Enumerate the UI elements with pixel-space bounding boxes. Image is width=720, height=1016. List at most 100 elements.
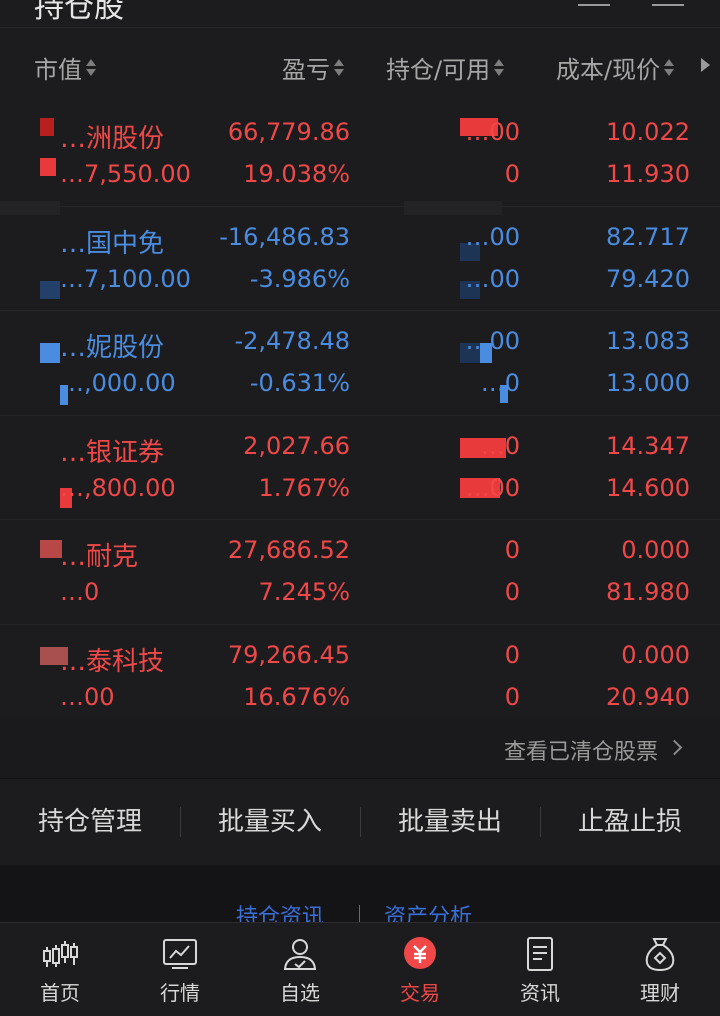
redaction-mask (40, 158, 56, 176)
available-qty: …00 (465, 264, 520, 293)
view-cleared-stocks[interactable]: 查看已清仓股票 (0, 716, 720, 778)
redaction-mask (40, 118, 54, 136)
stock-name: …国中免 (60, 228, 165, 259)
market-value: …0 (60, 578, 100, 606)
tab-label: 资讯 (520, 981, 560, 1005)
analysis-links: 持仓资讯 资产分析 (0, 865, 720, 930)
scroll-right-icon[interactable] (701, 58, 710, 72)
take-profit-stop-loss-button[interactable]: 止盈止损 (540, 779, 720, 865)
stock-name: …耐克 (60, 542, 139, 572)
batch-buy-button[interactable]: 批量买入 (180, 779, 360, 865)
holding-qty: 0 (504, 536, 520, 564)
cost-price: 0.000 (621, 536, 690, 564)
holding-row[interactable]: …泰科技 …00 79,266.45 16.676% 0 0 0.000 20.… (0, 624, 720, 729)
cost-price: 13.083 (606, 327, 690, 355)
tab-market[interactable]: 行情 (120, 923, 240, 1016)
sort-icon (664, 59, 675, 76)
holding-qty: …0 (480, 431, 520, 460)
action-bar: 持仓管理 批量买入 批量卖出 止盈止损 (0, 779, 720, 865)
cost-price: 82.717 (606, 222, 690, 251)
money-bag-icon (645, 938, 675, 971)
holdings-list: …洲股份 …7,550.00 66,779.86 19.038% …00 0 1… (0, 102, 720, 729)
available-qty: 0 (504, 682, 520, 711)
current-price: 13.000 (606, 369, 690, 397)
profit-loss: 27,686.52 (227, 536, 350, 564)
user-icon (283, 939, 317, 970)
holding-row[interactable]: …国中免 …7,100.00 -16,486.83 -3.986% …00 …0… (0, 200, 720, 311)
column-holding-available[interactable]: 持仓/可用 (386, 50, 505, 85)
profit-loss-percent: 19.038% (243, 160, 350, 188)
tab-trade[interactable]: 交易 (360, 923, 480, 1016)
profit-loss-percent: -3.986% (249, 264, 350, 293)
market-value: …,800.00 (60, 473, 176, 502)
holding-qty: …00 (465, 118, 520, 146)
current-price: 20.940 (606, 682, 690, 711)
sort-icon (86, 59, 96, 76)
holding-row[interactable]: …洲股份 …7,550.00 66,779.86 19.038% …00 0 1… (0, 102, 720, 207)
tab-label: 自选 (280, 981, 320, 1005)
current-price: 81.980 (606, 578, 690, 606)
stock-name: …洲股份 (60, 124, 165, 154)
tab-news[interactable]: 资讯 (480, 923, 600, 1016)
redaction-mask (0, 200, 60, 215)
available-qty: …00 (465, 473, 520, 502)
profit-loss-percent: 16.676% (243, 682, 350, 711)
cost-price: 10.022 (606, 118, 690, 146)
profit-loss: -16,486.83 (219, 222, 350, 251)
sort-icon (494, 59, 505, 76)
stock-name: …泰科技 (60, 646, 165, 677)
tab-label: 交易 (400, 981, 440, 1005)
position-management-button[interactable]: 持仓管理 (0, 779, 180, 865)
tab-wealth[interactable]: 理财 (600, 923, 720, 1016)
holding-row[interactable]: …耐克 …0 27,686.52 7.245% 0 0 0.000 81.980 (0, 520, 720, 625)
search-icon[interactable] (652, 0, 684, 6)
tab-label: 行情 (160, 981, 200, 1005)
current-price: 79.420 (606, 264, 690, 293)
column-cost-price[interactable]: 成本/现价 (556, 50, 675, 85)
chart-icon (163, 939, 197, 969)
top-bar: 持仓股 (0, 0, 720, 28)
profit-loss-percent: 1.767% (258, 473, 350, 502)
market-value: …,000.00 (60, 369, 176, 397)
profit-loss: 2,027.66 (243, 431, 350, 460)
market-value: …7,550.00 (60, 160, 191, 188)
cost-price: 14.347 (606, 431, 690, 460)
batch-sell-button[interactable]: 批量卖出 (360, 779, 540, 865)
tab-label: 首页 (40, 981, 80, 1005)
cost-price: 0.000 (621, 640, 690, 669)
candlestick-icon (43, 941, 78, 967)
stock-name: …妮股份 (60, 333, 165, 363)
sort-icon (334, 59, 344, 76)
bottom-tab-bar: 首页 行情 自选 交易 资讯 理财 (0, 922, 720, 1016)
available-qty: …0 (480, 369, 520, 397)
current-price: 11.930 (606, 160, 690, 188)
market-value: …00 (60, 682, 115, 711)
available-qty: 0 (504, 160, 520, 188)
tab-watchlist[interactable]: 自选 (240, 923, 360, 1016)
holding-row[interactable]: …妮股份 …,000.00 -2,478.48 -0.631% …00 …0 1… (0, 311, 720, 416)
profit-loss: -2,478.48 (234, 327, 350, 355)
tab-home[interactable]: 首页 (0, 923, 120, 1016)
market-value: …7,100.00 (60, 264, 191, 293)
column-header: 市值 盈亏 持仓/可用 成本/现价 (0, 28, 720, 102)
profit-loss: 66,779.86 (227, 118, 350, 146)
redaction-mask (40, 540, 62, 558)
current-price: 14.600 (606, 473, 690, 502)
tab-label: 理财 (640, 981, 680, 1005)
available-qty: 0 (504, 578, 520, 606)
redaction-mask (404, 200, 502, 215)
profit-loss-percent: 7.245% (258, 578, 350, 606)
stock-name: …银证券 (60, 437, 165, 468)
chevron-right-icon (666, 739, 683, 756)
profit-loss: 79,266.45 (227, 640, 350, 669)
redaction-mask (40, 343, 60, 363)
view-cleared-label: 查看已清仓股票 (503, 740, 658, 765)
holding-qty: …00 (465, 327, 520, 355)
column-profit-loss[interactable]: 盈亏 (282, 50, 344, 85)
holding-row[interactable]: …银证券 …,800.00 2,027.66 1.767% …0 …00 14.… (0, 415, 720, 520)
column-market-value[interactable]: 市值 (34, 50, 96, 85)
menu-icon[interactable] (578, 0, 610, 6)
holding-qty: 0 (504, 640, 520, 669)
profit-loss-percent: -0.631% (249, 369, 350, 397)
page-title: 持仓股 (34, 0, 124, 25)
